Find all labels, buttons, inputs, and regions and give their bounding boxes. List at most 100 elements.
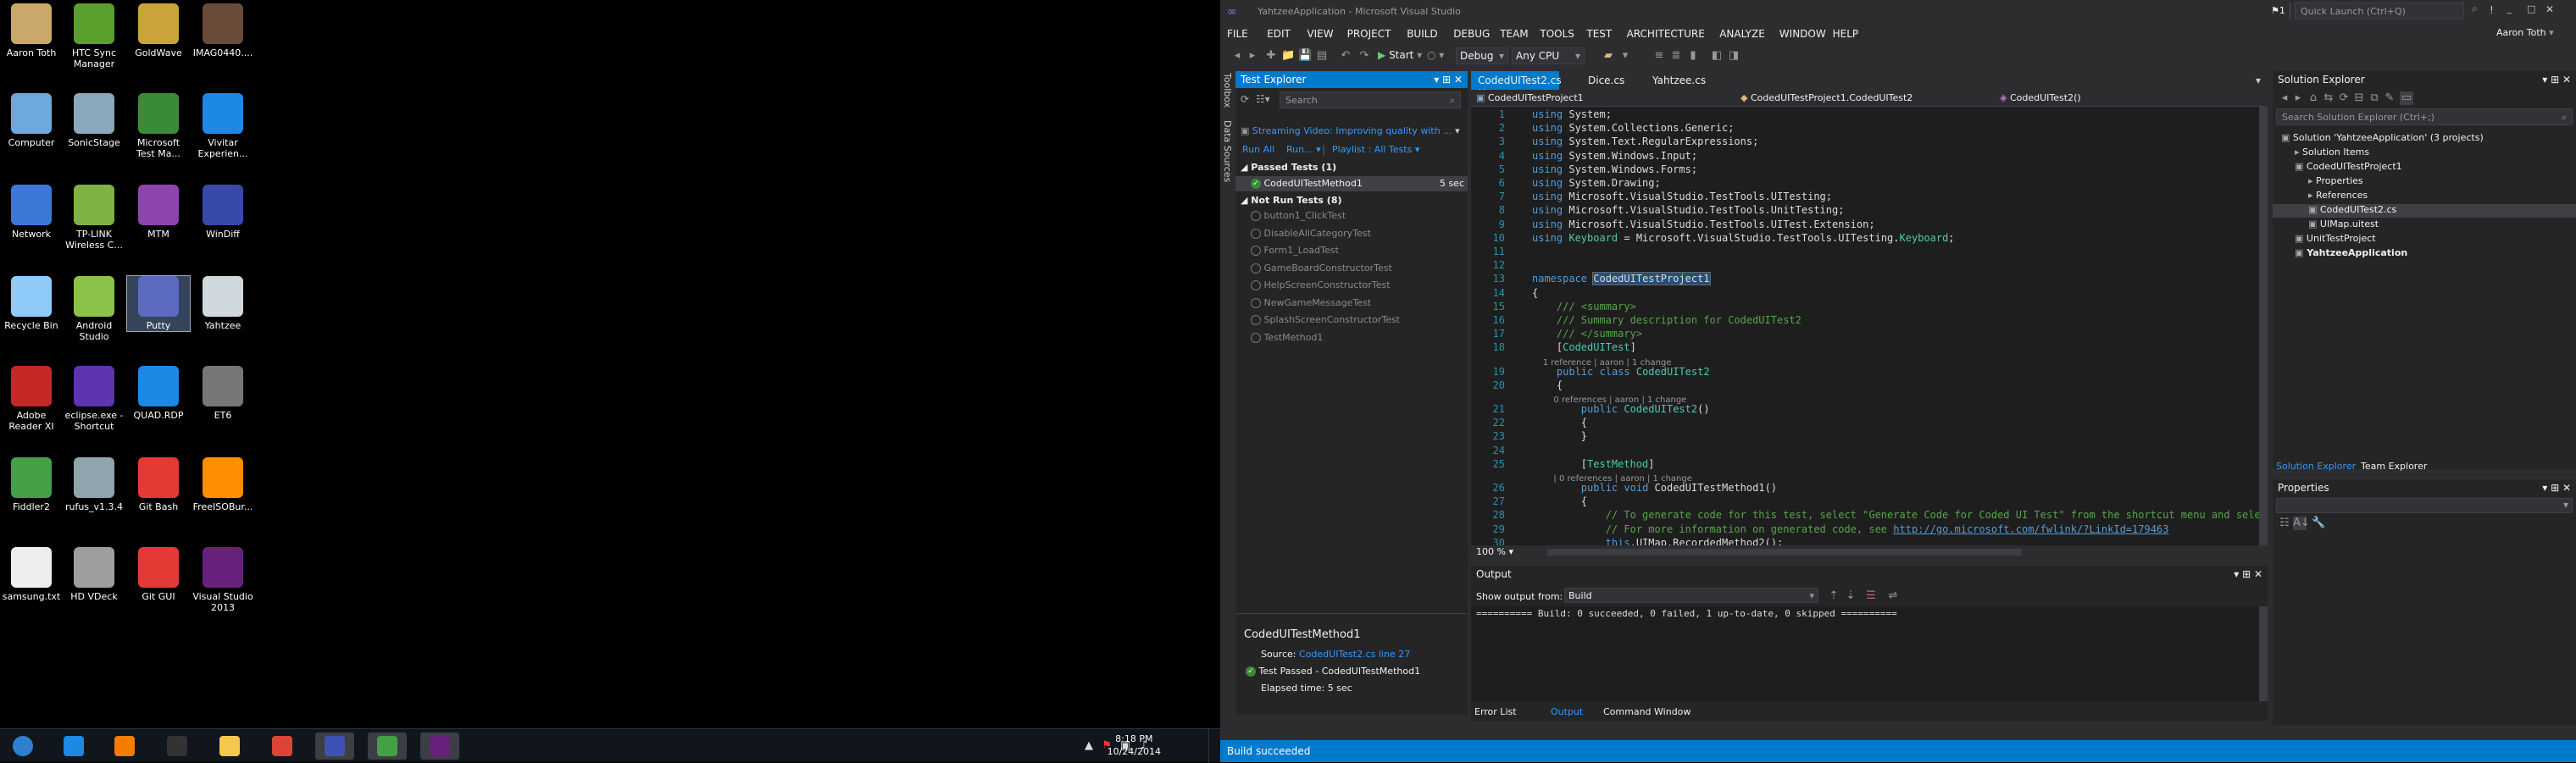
desktop-icon[interactable]: HTC Sync Manager [63,3,125,69]
desktop-icon[interactable]: Visual Studio 2013 [192,547,254,613]
taskbar-button[interactable] [158,733,197,760]
tray-expand-icon[interactable]: ▲ [1085,739,1093,752]
taskbar-button[interactable] [54,733,93,760]
clock[interactable]: 8:18 PM 10/24/2014 [1108,733,1161,758]
code-lens[interactable]: 0 references | aaron | 1 change [1471,393,2259,405]
solution-tree-item[interactable]: ▸ References [2273,190,2576,203]
desktop-icon[interactable]: MTM [127,185,190,240]
desktop-icon[interactable]: Android Studio [63,276,125,342]
solution-search-input[interactable]: Search Solution Explorer (Ctrl+;) ⌕ [2276,108,2573,125]
output-tab[interactable]: Error List [1474,706,1517,717]
undo-icon[interactable]: ↶ [1339,49,1352,63]
word-wrap-icon[interactable]: ⇌ [1886,589,1900,603]
desktop-icon[interactable]: SonicStage [63,93,125,148]
tab-codeduitest2[interactable]: CodedUITest2.cs ✕ [1471,71,1562,98]
desktop-icon[interactable]: eclipse.exe - Shortcut [63,366,125,432]
property-pages-icon[interactable]: 🔧 [2312,517,2325,530]
show-all-files-icon[interactable]: ⧉ [2368,91,2381,105]
desktop-icon[interactable]: Recycle Bin [0,276,63,331]
menu-test[interactable]: TEST [1586,28,1612,40]
source-link[interactable]: CodedUITest2.cs line 27 [1299,649,1410,660]
solution-tree-item[interactable]: ▣ UIMap.uitest [2273,218,2576,232]
clear-all-icon[interactable]: ☰ [1864,589,1878,603]
menu-project[interactable]: PROJECT [1347,28,1391,40]
panel-controls[interactable]: ▾ ⊞ ✕ [1434,74,1463,86]
solution-tree-item[interactable]: ▣ UnitTestProject [2273,233,2576,246]
desktop-icon[interactable]: Aaron Toth [0,3,63,58]
properties-icon[interactable]: ✎ [2383,91,2396,105]
solution-tree-item[interactable]: ▣ Solution 'YahtzeeApplication' (3 proje… [2273,132,2576,146]
run-link[interactable]: Run... ▾ [1286,144,1321,155]
warning-icon[interactable]: ! [2490,4,2494,16]
menu-view[interactable]: VIEW [1307,28,1333,40]
run-all-link[interactable]: Run All [1242,144,1274,155]
desktop-icon[interactable]: Microsoft Test Ma... [127,93,190,159]
desktop-icon[interactable]: Adobe Reader XI [0,366,63,432]
test-row[interactable]: Form1_LoadTest [1251,245,1339,256]
taskbar-button[interactable] [315,733,354,760]
desktop-icon[interactable]: Vivitar Experien... [192,93,254,159]
goto-prev-message-icon[interactable]: ⇡ [1827,589,1840,603]
solution-panel-tab[interactable]: Solution Explorer [2276,461,2356,472]
taskbar-button[interactable] [3,733,42,760]
not-run-tests-group[interactable]: ◢ Not Run Tests (8) [1241,195,1342,206]
menu-tools[interactable]: TOOLS [1540,28,1574,40]
user-account[interactable]: Aaron Toth ▾ [2496,27,2554,38]
menu-team[interactable]: TEAM [1500,28,1528,40]
back-icon[interactable]: ◂ [1230,49,1244,63]
configuration-select[interactable]: Debug ▾ [1456,47,1508,64]
next-bookmark-icon[interactable]: ◨ [1727,49,1740,63]
panel-controls[interactable]: ▾ ⊞ ✕ [2234,568,2262,580]
code-lens[interactable]: | 0 references | aaron | 1 change [1471,472,2259,484]
desktop-icon[interactable]: HD VDeck [63,547,125,602]
desktop-icon[interactable]: GoldWave [127,3,190,58]
desktop-icon[interactable]: Computer [0,93,63,148]
refresh-icon[interactable]: ⟳ [1241,93,1249,105]
uncomment-icon[interactable]: ≣ [1669,49,1683,63]
menu-analyze[interactable]: ANALYZE [1719,28,1765,40]
solution-tree-item[interactable]: ▣ CodedUITest2.cs [2273,204,2576,218]
save-icon[interactable]: 💾 [1298,49,1312,63]
close-button[interactable]: ✕ [2545,3,2554,15]
alphabetical-icon[interactable]: A↓ [2293,517,2310,530]
solution-tree-item[interactable]: ▸ Solution Items [2273,147,2576,160]
group-by-icon[interactable]: ☷▾ [1256,93,1270,105]
test-row[interactable]: GameBoardConstructorTest [1251,263,1392,274]
desktop-icon[interactable]: Fiddler2 [0,457,63,512]
desktop-icon[interactable]: ET6 [192,366,254,421]
new-project-icon[interactable]: ✚ [1264,49,1278,63]
test-row[interactable]: DisableAllCategoryTest [1251,228,1371,239]
desktop-icon[interactable]: FreeISOBur... [192,457,254,512]
output-tab[interactable]: Output [1551,706,1583,717]
platform-select[interactable]: Any CPU ▾ [1512,47,1585,64]
menu-window[interactable]: WINDOW [1779,28,1826,40]
test-row[interactable]: ✓ CodedUITestMethod1 5 sec [1235,176,1468,191]
toolbox-tab[interactable]: Toolbox [1222,73,1233,108]
tab-overflow-icon[interactable]: ▾ [2256,75,2261,86]
code-lens[interactable]: 1 reference | aaron | 1 change [1471,356,2259,368]
tab-dice[interactable]: Dice.cs [1581,71,1631,90]
menu-edit[interactable]: EDIT [1267,28,1291,40]
class-dropdown[interactable]: ◆ CodedUITestProject1.CodedUITest2 [1740,92,1913,103]
attach-icon[interactable]: ○ ▾ [1427,49,1444,61]
back-icon[interactable]: ◂ [2278,91,2291,105]
taskbar-button[interactable] [420,733,459,760]
comment-icon[interactable]: ≡ [1652,49,1666,63]
desktop-icon[interactable]: Git GUI [127,547,190,602]
taskbar-button[interactable] [263,733,302,760]
test-row[interactable]: TestMethod1 [1251,332,1323,343]
output-source-select[interactable]: Build ▾ [1564,588,1818,603]
minimize-button[interactable]: _ [2507,5,2512,14]
editor-horizontal-scrollbar[interactable] [1547,549,2022,556]
streaming-video-link[interactable]: ▣ Streaming Video: Improving quality wit… [1241,125,1460,136]
tab-yahtzee[interactable]: Yahtzee.cs [1646,71,1713,90]
notifications-flag[interactable]: ⚑1 [2271,5,2285,16]
redo-icon[interactable]: ↷ [1357,49,1371,63]
menu-build[interactable]: BUILD [1407,28,1437,40]
menu-file[interactable]: FILE [1227,28,1248,40]
forward-icon[interactable]: ▸ [1246,49,1259,63]
editor-vertical-scrollbar[interactable] [2259,107,2268,545]
quick-launch-input[interactable]: Quick Launch (Ctrl+Q) [2295,3,2464,19]
data-sources-tab[interactable]: Data Sources [1222,120,1233,182]
properties-object-select[interactable]: ▾ [2276,498,2573,513]
